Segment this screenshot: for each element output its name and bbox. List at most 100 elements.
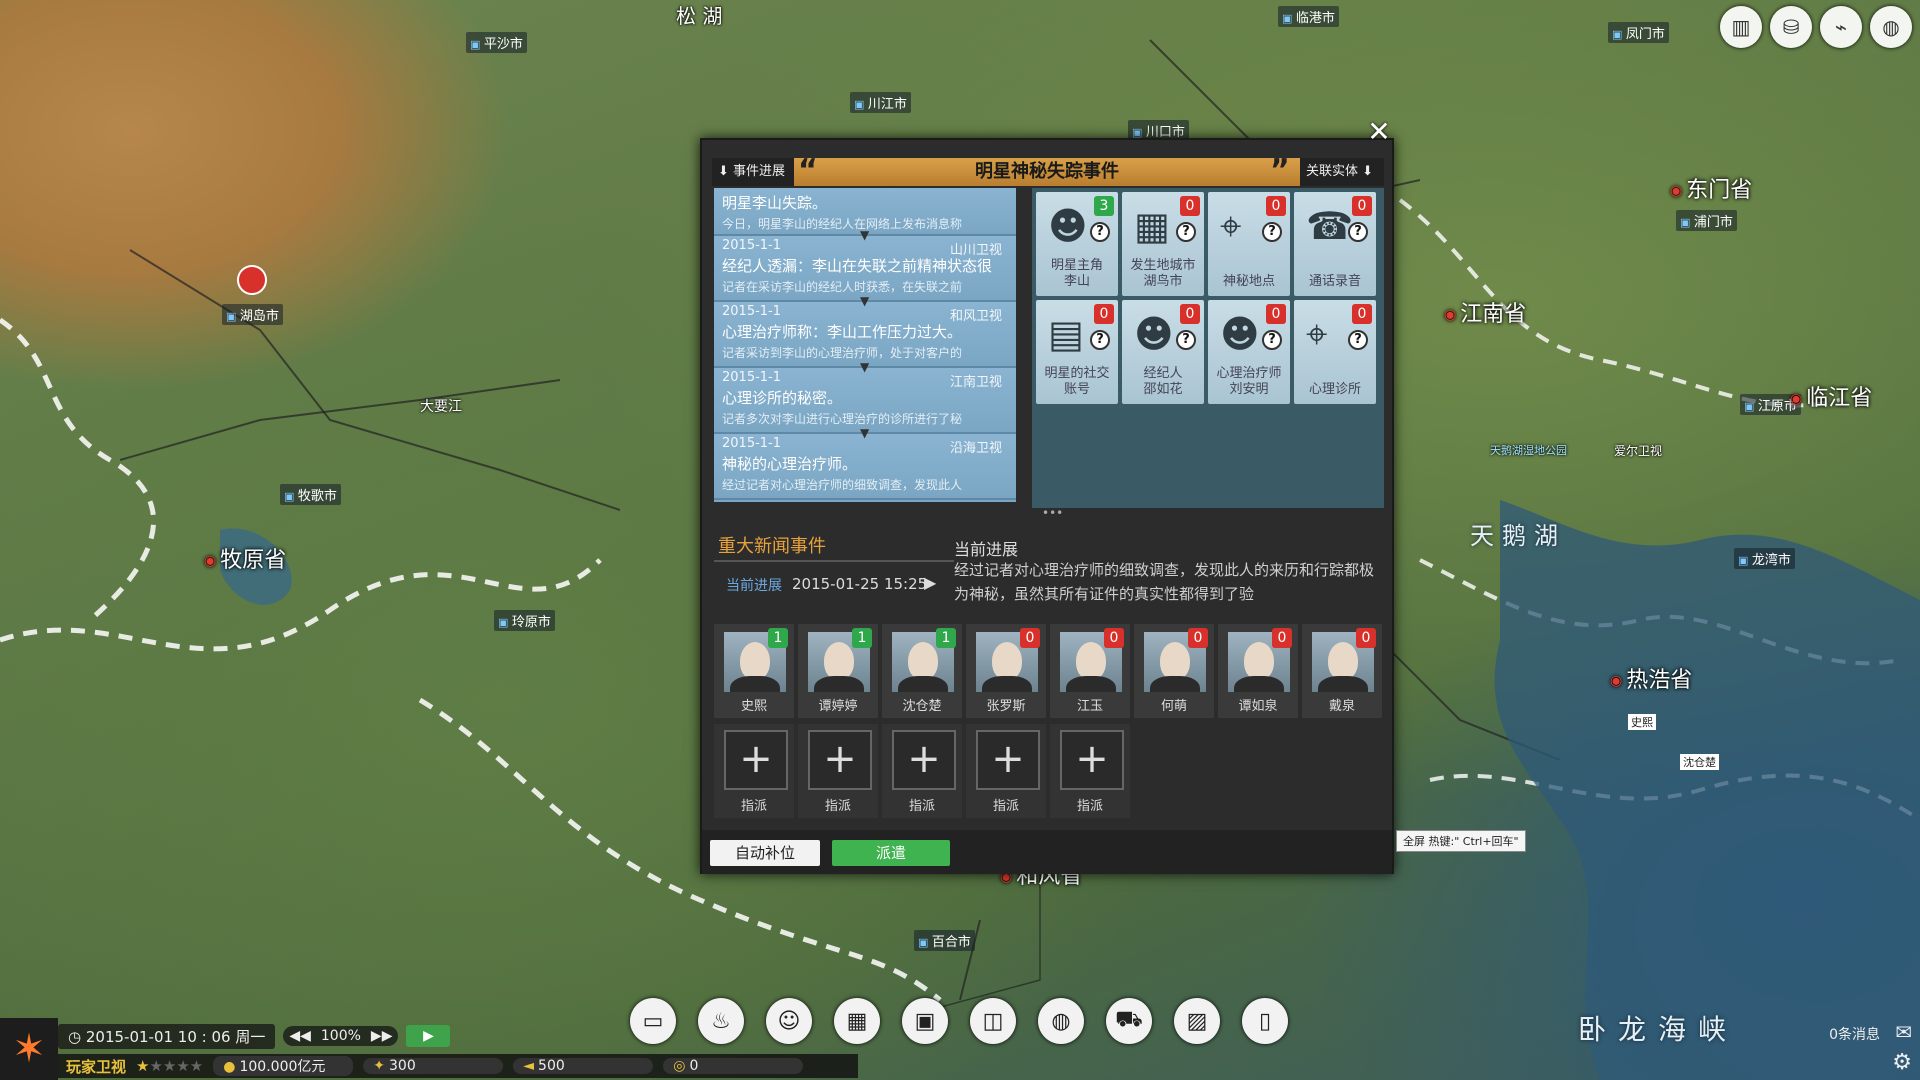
message-count[interactable]: 0条消息	[1829, 1024, 1880, 1044]
assign-slot[interactable]: + 指派	[966, 724, 1046, 818]
question-icon: ?	[1090, 330, 1110, 350]
clue-card[interactable]: ▤ ? 0 明星的社交账号	[1036, 300, 1118, 404]
province-linjiang[interactable]: 临江省	[1790, 380, 1872, 412]
timeline-item[interactable]: 2015-1-1 山川卫视 经纪人透漏：李山在失联之前精神状态很 记者在采访李山…	[714, 236, 1016, 302]
plus-icon[interactable]: +	[808, 730, 872, 790]
play-icon[interactable]: ▶	[924, 573, 936, 592]
clue-card[interactable]: ⌖ ? 0 心理诊所	[1294, 300, 1376, 404]
agent-card[interactable]: 0 江玉	[1050, 624, 1130, 718]
timeline-headline: 心理治疗师称：李山工作压力过大。	[722, 321, 1008, 342]
agent-name: 谭如泉	[1218, 695, 1298, 714]
assign-slot[interactable]: + 指派	[798, 724, 878, 818]
assign-slot[interactable]: + 指派	[714, 724, 794, 818]
city-fengmen[interactable]: 凤门市	[1608, 22, 1669, 43]
plus-icon[interactable]: +	[724, 730, 788, 790]
city-pingsha[interactable]: 平沙市	[466, 32, 527, 53]
agent-card[interactable]: 0 张罗斯	[966, 624, 1046, 718]
location-icon: ⌖	[1306, 312, 1327, 357]
clue-card[interactable]: ⌖ ? 0 神秘地点	[1208, 192, 1290, 296]
dispatch-button[interactable]: 派遣	[832, 840, 950, 866]
plus-icon[interactable]: +	[976, 730, 1040, 790]
timeline-headline: 明星李山失踪。	[722, 192, 1008, 213]
agent-count-badge: 0	[1104, 628, 1124, 648]
auto-fill-button[interactable]: 自动补位	[710, 840, 820, 866]
game-date: 2015-01-01 10 : 06 周一	[86, 1028, 265, 1046]
timeline-summary: 记者在采访李山的经纪人时获悉，在失联之前	[722, 278, 1008, 295]
clue-card[interactable]: ☻ ? 0 心理治疗师刘安明	[1208, 300, 1290, 404]
agent-card[interactable]: 0 戴泉	[1302, 624, 1382, 718]
clue-count-badge: 0	[1266, 304, 1286, 324]
city-hudao[interactable]: 湖岛市	[222, 304, 283, 325]
plus-icon[interactable]: +	[1060, 730, 1124, 790]
clue-card[interactable]: ☻ ? 3 明星主角李山	[1036, 192, 1118, 296]
close-icon[interactable]: ✕	[1363, 117, 1395, 149]
quote-close-icon: ”	[1270, 156, 1290, 186]
tab-related-entities-label: 关联实体	[1306, 164, 1358, 179]
bottom-hud: ✶ ◷ 2015-01-01 10 : 06 周一 ◀◀ 100% ▶▶ ▶ 玩…	[0, 1018, 1920, 1080]
mail-icon[interactable]: ✉	[1895, 1020, 1912, 1044]
clue-card[interactable]: ☻ ? 0 经纪人邵如花	[1122, 300, 1204, 404]
rewind-icon[interactable]: ◀◀	[289, 1028, 311, 1044]
assign-slot[interactable]: + 指派	[1050, 724, 1130, 818]
station-logo-icon[interactable]: ✶	[0, 1018, 58, 1080]
satellite-icon[interactable]: ⌁	[1820, 6, 1862, 48]
clue-label: 心理治疗师刘安明	[1208, 366, 1290, 398]
plus-icon[interactable]: +	[892, 730, 956, 790]
city-baihe[interactable]: 百合市	[914, 930, 975, 951]
agent-card[interactable]: 0 何萌	[1134, 624, 1214, 718]
agent-name: 江玉	[1050, 695, 1130, 714]
province-dongmen[interactable]: 东门省	[1670, 172, 1752, 204]
assign-slot[interactable]: + 指派	[882, 724, 962, 818]
city-muge[interactable]: 牧歌市	[280, 484, 341, 505]
globe-icon[interactable]: ◍	[1870, 6, 1912, 48]
agent-card[interactable]: 1 史熙	[714, 624, 794, 718]
event-title: 明星神秘失踪事件	[794, 158, 1300, 186]
panel-resize-handle[interactable]: •••	[1042, 506, 1063, 520]
timeline-item[interactable]: 2015-1-1 沿海卫视 神秘的心理治疗师。 经过记者对心理治疗师的细致调查，…	[714, 434, 1016, 500]
clue-label-line: 明星的社交	[1036, 366, 1118, 382]
arrow-down-icon: ▼	[860, 360, 869, 374]
map-label-lake-top: 松 湖	[676, 0, 722, 29]
progress-link[interactable]: 当前进展	[726, 575, 782, 595]
city-lingang[interactable]: 临港市	[1278, 6, 1339, 27]
agent-card[interactable]: 1 沈仓楚	[882, 624, 962, 718]
clue-card[interactable]: ▦ ? 0 发生地城市湖鸟市	[1122, 192, 1204, 296]
assign-label: 指派	[966, 795, 1046, 814]
map-agent-marker[interactable]: 沈仓楚	[1680, 754, 1719, 770]
agent-card[interactable]: 1 谭婷婷	[798, 624, 878, 718]
agent-count-badge: 0	[1020, 628, 1040, 648]
arrow-down-icon: ▼	[860, 228, 869, 242]
city-lingyuan[interactable]: 玲原市	[494, 610, 555, 631]
other-display: ◎0	[663, 1058, 803, 1074]
map-agent-marker[interactable]: 史熙	[1628, 714, 1656, 730]
province-rehao[interactable]: 热浩省	[1610, 662, 1692, 694]
map-label-broadcast: 爱尔卫视	[1614, 442, 1662, 459]
clock-icon: ◷	[68, 1028, 86, 1046]
city-pumen[interactable]: 浦门市	[1676, 210, 1737, 231]
game-clock: ◷ 2015-01-01 10 : 06 周一	[58, 1024, 275, 1049]
timeline-item[interactable]: 2015-1-1 江南卫视 心理诊所的秘密。 记者多次对李山进行心理治疗的诊所进…	[714, 368, 1016, 434]
agent-card[interactable]: 0 谭如泉	[1218, 624, 1298, 718]
tab-related-entities[interactable]: 关联实体 ⬇	[1300, 158, 1384, 186]
tab-event-progress[interactable]: ⬇ 事件进展	[712, 158, 794, 186]
coins-icon[interactable]: ⛁	[1770, 6, 1812, 48]
province-muyuan[interactable]: 牧原省	[204, 542, 286, 574]
bulb-icon: ✦	[373, 1058, 385, 1074]
timeline-source: 江南卫视	[950, 371, 1002, 390]
event-timeline[interactable]: 明星李山失踪。 今日，明星李山的经纪人在网络上发布消息称 ▼ 2015-1-1 …	[714, 188, 1016, 502]
fast-forward-icon[interactable]: ▶▶	[371, 1028, 393, 1044]
city-chuanjiang[interactable]: 川江市	[850, 92, 911, 113]
current-progress-label: 当前进展	[954, 536, 1018, 560]
play-button[interactable]: ▶	[406, 1025, 450, 1047]
timeline-item[interactable]: 2015-1-1 和风卫视 心理治疗师称：李山工作压力过大。 记者采访到李山的心…	[714, 302, 1016, 368]
timeline-headline: 经纪人透漏：李山在失联之前精神状态很	[722, 255, 1008, 276]
timeline-item[interactable]: 明星李山失踪。 今日，明星李山的经纪人在网络上发布消息称 ▼	[714, 188, 1016, 236]
province-jiangnan[interactable]: 江南省	[1444, 296, 1526, 328]
city-longwan[interactable]: 龙湾市	[1734, 548, 1795, 569]
clue-count-badge: 0	[1180, 196, 1200, 216]
gear-icon[interactable]: ⚙	[1892, 1050, 1912, 1075]
assign-label: 指派	[798, 795, 878, 814]
chart-icon[interactable]: ▥	[1720, 6, 1762, 48]
phone-icon: ☎	[1306, 204, 1353, 248]
clue-card[interactable]: ☎ ? 0 通话录音	[1294, 192, 1376, 296]
